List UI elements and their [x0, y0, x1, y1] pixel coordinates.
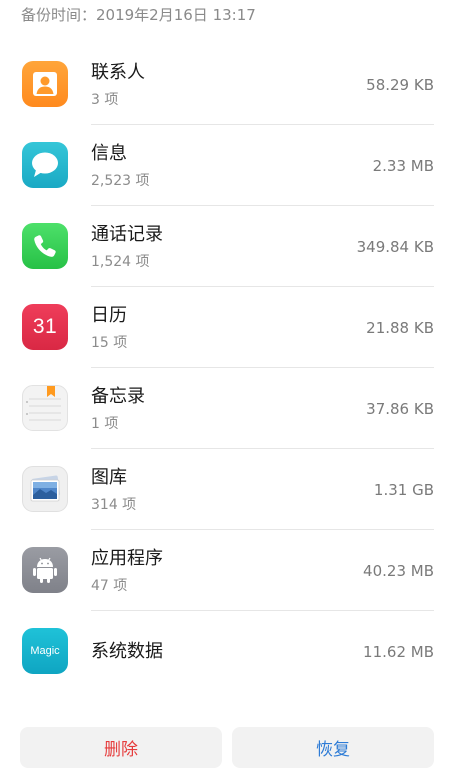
gallery-icon — [22, 466, 68, 512]
messages-icon — [22, 142, 68, 188]
backup-data-list: 联系人 3 项 58.29 KB 信息 2,523 项 2.33 MB 通话记录… — [0, 44, 454, 692]
item-name: 通话记录 — [91, 224, 163, 245]
memo-icon — [22, 385, 68, 431]
item-name: 系统数据 — [91, 641, 163, 662]
item-size: 21.88 KB — [366, 319, 434, 337]
item-count: 47 项 — [91, 578, 128, 594]
item-name: 应用程序 — [91, 548, 163, 569]
list-item-memo[interactable]: 备忘录 1 项 37.86 KB — [0, 368, 454, 449]
list-item-messages[interactable]: 信息 2,523 项 2.33 MB — [0, 125, 454, 206]
list-item-contacts[interactable]: 联系人 3 项 58.29 KB — [0, 44, 454, 125]
item-count: 2,523 项 — [91, 173, 150, 189]
item-name: 备忘录 — [91, 386, 145, 407]
item-size: 349.84 KB — [356, 238, 434, 256]
item-count: 3 项 — [91, 92, 119, 108]
list-item-apps[interactable]: 应用程序 47 项 40.23 MB — [0, 530, 454, 611]
item-size: 58.29 KB — [366, 76, 434, 94]
item-count: 15 项 — [91, 335, 128, 351]
restore-button[interactable]: 恢复 — [232, 727, 434, 768]
magic-icon: Magic — [22, 628, 68, 674]
list-item-system-data[interactable]: Magic 系统数据 11.62 MB — [0, 611, 454, 692]
delete-button[interactable]: 删除 — [20, 727, 222, 768]
list-item-gallery[interactable]: 图库 314 项 1.31 GB — [0, 449, 454, 530]
item-name: 日历 — [91, 305, 127, 326]
list-item-calendar[interactable]: 31 日历 15 项 21.88 KB — [0, 287, 454, 368]
item-size: 40.23 MB — [363, 562, 434, 580]
calendar-icon: 31 — [22, 304, 68, 350]
action-bar: 删除 恢复 — [20, 727, 434, 768]
item-name: 信息 — [91, 143, 127, 164]
item-name: 联系人 — [91, 62, 145, 83]
contacts-icon — [22, 61, 68, 107]
magic-logo-text: Magic — [30, 645, 60, 657]
item-count: 1 项 — [91, 416, 119, 432]
item-size: 37.86 KB — [366, 400, 434, 418]
item-size: 1.31 GB — [373, 481, 434, 499]
android-icon — [22, 547, 68, 593]
list-item-call-log[interactable]: 通话记录 1,524 项 349.84 KB — [0, 206, 454, 287]
item-size: 2.33 MB — [372, 157, 434, 175]
phone-icon — [22, 223, 68, 269]
item-count: 1,524 项 — [91, 254, 150, 270]
item-count: 314 项 — [91, 497, 137, 513]
item-size: 11.62 MB — [363, 643, 434, 661]
item-name: 图库 — [91, 467, 127, 488]
calendar-date-text: 31 — [32, 315, 58, 338]
backup-time-label: 备份时间：2019年2月16日 13:17 — [21, 6, 256, 24]
